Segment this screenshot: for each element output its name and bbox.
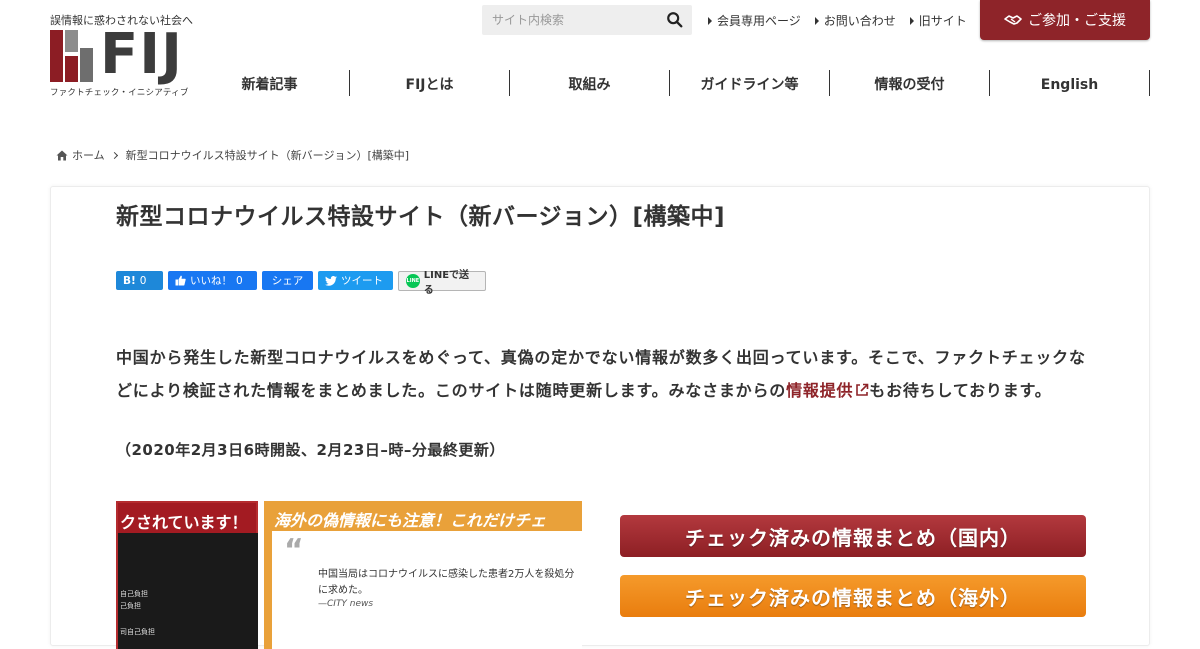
hatena-bookmark-button[interactable]: B! 0	[116, 271, 163, 290]
breadcrumb: ホーム 新型コロナウイルス特設サイト（新バージョン）[構築中]	[56, 147, 409, 163]
caret-right-icon	[708, 16, 712, 25]
image-panel-overseas: 海外の偽情報にも注意！これだけチェ “ 中国当局はコロナウイルスに感染した患者2…	[264, 501, 582, 649]
handshake-icon	[1004, 15, 1022, 25]
caret-right-icon	[814, 16, 819, 25]
link-members[interactable]: 会員専用ページ	[708, 12, 801, 29]
home-icon	[56, 150, 68, 160]
link-old-site[interactable]: 旧サイト	[909, 12, 967, 29]
overseas-summary-button[interactable]: チェック済みの情報まとめ（海外）	[620, 575, 1086, 617]
utility-links: 会員専用ページ お問い合わせ 旧サイト	[708, 12, 967, 29]
join-support-button[interactable]: ご参加・ご支援	[980, 0, 1150, 40]
image-panel-domestic: クされています！ 自己負担 己負担 司自己負担	[116, 501, 258, 649]
page-title: 新型コロナウイルス特設サイト（新バージョン）[構築中]	[116, 204, 726, 230]
caret-right-icon	[909, 16, 914, 25]
nav-item-initiatives[interactable]: 取組み	[510, 70, 670, 96]
breadcrumb-current: 新型コロナウイルス特設サイト（新バージョン）[構築中]	[125, 149, 410, 162]
logo-mark	[50, 30, 94, 82]
line-share-button[interactable]: LINE LINEで送る	[398, 270, 486, 296]
feature-image[interactable]: クされています！ 自己負担 己負担 司自己負担 海外の偽情報にも注意！これだけチ…	[116, 499, 582, 649]
thumbs-up-icon	[175, 275, 186, 286]
global-nav: 新着記事 FIJとは 取組み ガイドライン等 情報の受付 English	[190, 70, 1150, 96]
facebook-share-button[interactable]: シェア	[262, 271, 313, 290]
update-note: （2020年2月3日6時開設、2月23日–時–分最終更新）	[116, 441, 505, 459]
logo-subtitle: ファクトチェック・イニシアティブ	[50, 88, 189, 98]
fb-like-count: 0	[236, 274, 243, 287]
link-contact[interactable]: お問い合わせ	[814, 12, 896, 29]
external-link-icon	[856, 383, 869, 396]
info-submission-link[interactable]: 情報提供	[786, 381, 869, 400]
line-icon: LINE	[406, 274, 420, 288]
site-logo[interactable]: FIJ ファクトチェック・イニシアティブ	[50, 24, 192, 98]
quote-mark-icon: “	[284, 533, 304, 568]
facebook-like-button[interactable]: いいね！ 0	[168, 271, 257, 290]
share-buttons: B! 0 いいね！ 0 シェア ツイート LINE LINEで送る	[116, 270, 486, 296]
logo-text: FIJ	[100, 22, 183, 87]
search-icon[interactable]	[666, 11, 684, 29]
search-input[interactable]	[482, 6, 652, 34]
hatena-count: 0	[139, 274, 147, 287]
twitter-bird-icon	[325, 275, 337, 286]
domestic-summary-button[interactable]: チェック済みの情報まとめ（国内）	[620, 515, 1086, 557]
article-card: 新型コロナウイルス特設サイト（新バージョン）[構築中] B! 0 いいね！ 0 …	[50, 186, 1150, 649]
intro-paragraph: 中国から発生した新型コロナウイルスをめぐって、真偽の定かでない情報が数多く出回っ…	[116, 348, 1086, 400]
tweet-button[interactable]: ツイート	[318, 271, 393, 290]
nav-item-about[interactable]: FIJとは	[350, 70, 510, 96]
nav-item-report[interactable]: 情報の受付	[830, 70, 990, 96]
breadcrumb-home[interactable]: ホーム	[72, 147, 105, 163]
chevron-right-icon	[110, 151, 118, 159]
search-box	[482, 5, 692, 35]
nav-item-guidelines[interactable]: ガイドライン等	[670, 70, 830, 96]
nav-item-english[interactable]: English	[990, 70, 1150, 96]
nav-item-new-articles[interactable]: 新着記事	[190, 70, 350, 96]
